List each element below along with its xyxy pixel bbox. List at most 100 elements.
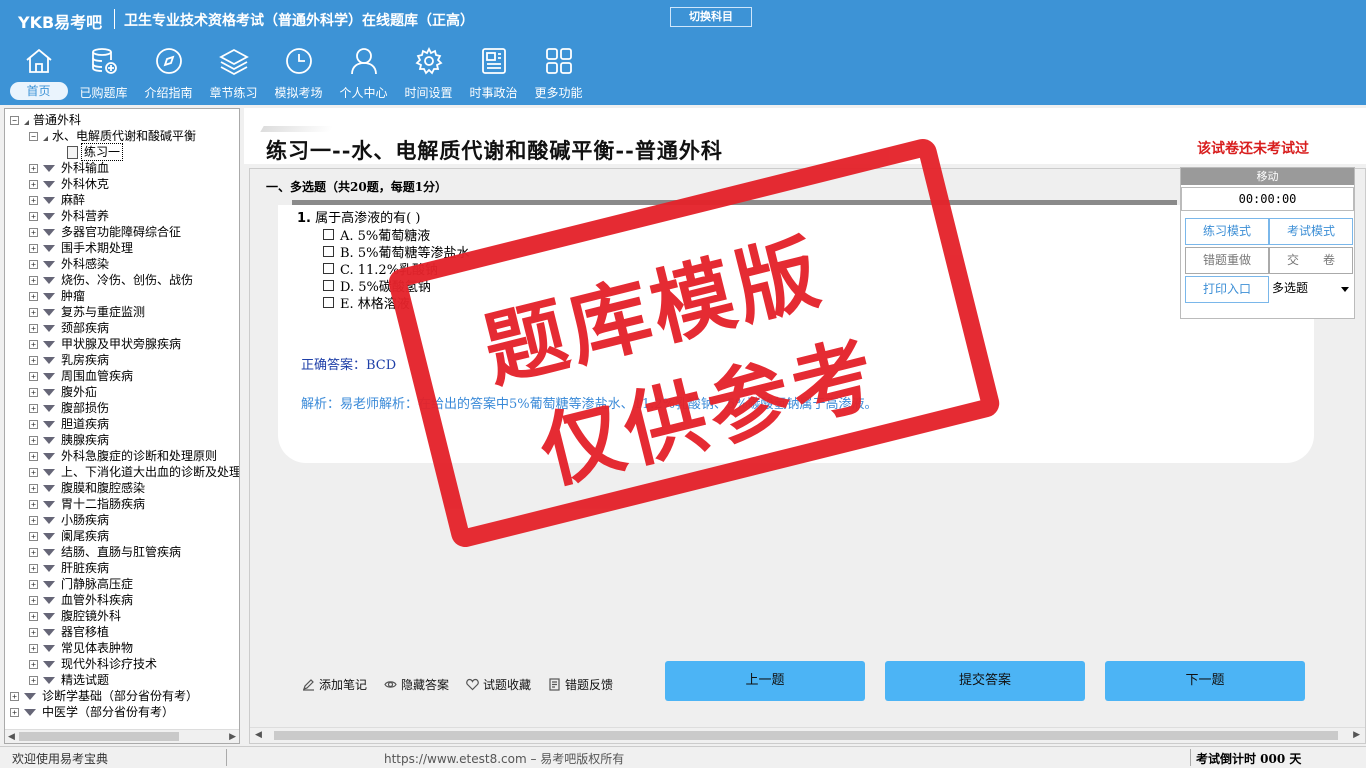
hide-answer-button[interactable]: 隐藏答案	[384, 676, 449, 693]
expand-icon[interactable]: +	[29, 163, 38, 173]
collapse-icon[interactable]: −	[29, 131, 38, 141]
tree-item[interactable]: + 外科休克	[29, 176, 109, 192]
scroll-left-icon[interactable]: ◀	[255, 730, 262, 740]
expand-icon[interactable]: +	[29, 643, 38, 653]
scroll-right-icon[interactable]: ▶	[1353, 730, 1360, 740]
tree-item[interactable]: + 颈部疾病	[29, 320, 109, 336]
expand-icon[interactable]: +	[29, 547, 38, 557]
tree-item[interactable]: + 常见体表肿物	[29, 640, 133, 656]
expand-icon[interactable]: +	[29, 323, 38, 333]
tree-item[interactable]: + 小肠疾病	[29, 512, 109, 528]
tree-item[interactable]: + 血管外科疾病	[29, 592, 133, 608]
tree-item[interactable]: + 外科感染	[29, 256, 109, 272]
collapse-icon[interactable]: −	[10, 115, 19, 125]
nav-personal-center[interactable]: 个人中心	[331, 46, 396, 104]
nav-chapter-practice[interactable]: 章节练习	[201, 46, 266, 104]
expand-icon[interactable]: +	[29, 179, 38, 189]
tree-node-expanded[interactable]: − 水、电解质代谢和酸碱平衡	[29, 128, 196, 144]
print-button[interactable]: 打印入口	[1185, 276, 1269, 303]
expand-icon[interactable]: +	[10, 707, 19, 717]
expand-icon[interactable]: +	[29, 339, 38, 349]
next-question-button[interactable]: 下一题	[1105, 661, 1305, 701]
option-checkbox[interactable]	[323, 246, 334, 257]
expand-icon[interactable]: +	[29, 355, 38, 365]
nav-purchased[interactable]: 已购题库	[71, 46, 136, 104]
expand-icon[interactable]: +	[29, 627, 38, 637]
tree-item[interactable]: + 外科急腹症的诊断和处理原则	[29, 448, 217, 464]
content-horizontal-scrollbar[interactable]: ◀ ▶	[250, 727, 1365, 743]
expand-icon[interactable]: +	[29, 675, 38, 685]
expand-icon[interactable]: +	[29, 595, 38, 605]
scroll-left-icon[interactable]: ◀	[8, 732, 15, 742]
tree-leaf-selected[interactable]: 练习一	[67, 143, 124, 161]
nav-time-settings[interactable]: 时间设置	[396, 46, 461, 104]
tree-item[interactable]: + 多器官功能障碍综合征	[29, 224, 181, 240]
option-checkbox[interactable]	[323, 280, 334, 291]
tree-item[interactable]: + 胰腺疾病	[29, 432, 109, 448]
hand-in-button[interactable]: 交 卷	[1269, 247, 1353, 274]
expand-icon[interactable]: +	[29, 307, 38, 317]
expand-icon[interactable]: +	[29, 579, 38, 589]
expand-icon[interactable]: +	[29, 611, 38, 621]
practice-mode-button[interactable]: 练习模式	[1185, 218, 1269, 245]
error-feedback-button[interactable]: 错题反馈	[548, 676, 613, 693]
expand-icon[interactable]: +	[29, 211, 38, 221]
nav-mock-exam[interactable]: 模拟考场	[266, 46, 331, 104]
expand-icon[interactable]: +	[29, 195, 38, 205]
option-checkbox[interactable]	[323, 229, 334, 240]
favorite-question-button[interactable]: 试题收藏	[466, 676, 531, 693]
tree-item[interactable]: + 精选试题	[29, 672, 109, 688]
scrollbar-thumb[interactable]	[274, 731, 1338, 740]
tree-item[interactable]: + 胃十二指肠疾病	[29, 496, 145, 512]
tree-item[interactable]: + 上、下消化道大出血的诊断及处理	[29, 464, 239, 480]
expand-icon[interactable]: +	[29, 451, 38, 461]
tree-root-item[interactable]: + 诊断学基础（部分省份有考）	[10, 688, 198, 704]
tree-item[interactable]: + 复苏与重症监测	[29, 304, 145, 320]
tree-item[interactable]: + 阑尾疾病	[29, 528, 109, 544]
expand-icon[interactable]: +	[29, 243, 38, 253]
option-checkbox[interactable]	[323, 263, 334, 274]
exam-mode-button[interactable]: 考试模式	[1269, 218, 1353, 245]
tree-item[interactable]: + 肝脏疾病	[29, 560, 109, 576]
tree-item[interactable]: + 外科输血	[29, 160, 109, 176]
expand-icon[interactable]: +	[29, 467, 38, 477]
expand-icon[interactable]: +	[29, 403, 38, 413]
tree-item[interactable]: + 围手术期处理	[29, 240, 133, 256]
expand-icon[interactable]: +	[29, 371, 38, 381]
tree-item[interactable]: + 烧伤、冷伤、创伤、战伤	[29, 272, 193, 288]
nav-current-affairs[interactable]: 时事政治	[461, 46, 526, 104]
expand-icon[interactable]: +	[29, 499, 38, 509]
previous-question-button[interactable]: 上一题	[665, 661, 865, 701]
scroll-right-icon[interactable]: ▶	[229, 732, 236, 742]
option-e[interactable]: E. 林格溶液	[323, 293, 410, 312]
expand-icon[interactable]: +	[29, 419, 38, 429]
tree-root[interactable]: − 普通外科	[10, 112, 81, 128]
submit-answer-button[interactable]: 提交答案	[885, 661, 1085, 701]
nav-home[interactable]: 首页	[6, 46, 71, 104]
question-type-select[interactable]: 多选题	[1269, 276, 1353, 303]
panel-move-handle[interactable]: 移动	[1181, 168, 1354, 185]
expand-icon[interactable]: +	[29, 659, 38, 669]
tree-item[interactable]: + 乳房疾病	[29, 352, 109, 368]
tree-item[interactable]: + 麻醉	[29, 192, 85, 208]
expand-icon[interactable]: +	[29, 483, 38, 493]
tree-root-item[interactable]: + 中医学（部分省份有考）	[10, 704, 174, 720]
tree-item[interactable]: + 现代外科诊疗技术	[29, 656, 157, 672]
tree-item[interactable]: + 胆道疾病	[29, 416, 109, 432]
redo-wrong-button[interactable]: 错题重做	[1185, 247, 1269, 274]
expand-icon[interactable]: +	[29, 515, 38, 525]
tree-item[interactable]: + 器官移植	[29, 624, 109, 640]
switch-subject-button[interactable]: 切换科目	[670, 7, 752, 27]
expand-icon[interactable]: +	[29, 291, 38, 301]
tree-item[interactable]: + 门静脉高压症	[29, 576, 133, 592]
expand-icon[interactable]: +	[29, 531, 38, 541]
tree-item[interactable]: + 外科营养	[29, 208, 109, 224]
tree-item[interactable]: + 腹外疝	[29, 384, 97, 400]
expand-icon[interactable]: +	[10, 691, 19, 701]
nav-more[interactable]: 更多功能	[526, 46, 591, 104]
expand-icon[interactable]: +	[29, 563, 38, 573]
tree-item[interactable]: + 腹膜和腹腔感染	[29, 480, 145, 496]
tree-item[interactable]: + 腹腔镜外科	[29, 608, 121, 624]
tree-horizontal-scrollbar[interactable]: ◀ ▶	[5, 729, 239, 743]
expand-icon[interactable]: +	[29, 227, 38, 237]
